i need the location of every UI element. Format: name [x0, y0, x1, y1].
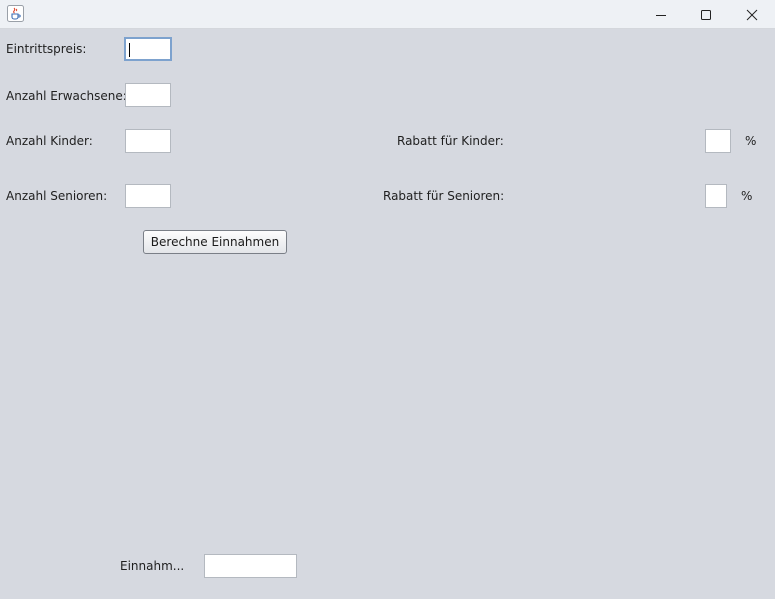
berechne-einnahmen-button[interactable]: Berechne Einnahmen [143, 230, 287, 254]
close-icon [746, 9, 758, 20]
erwachsene-field[interactable] [125, 83, 171, 107]
java-coffee-cup-icon [7, 5, 24, 22]
rabatt-kinder-unit: % [745, 134, 757, 148]
erwachsene-label: Anzahl Erwachsene: [6, 89, 127, 103]
rabatt-senioren-label: Rabatt für Senioren: [383, 189, 505, 203]
minimize-icon [656, 14, 666, 16]
maximize-button[interactable] [683, 0, 729, 29]
rabatt-senioren-unit: % [741, 189, 753, 203]
senioren-field[interactable] [125, 184, 171, 208]
title-bar[interactable] [0, 0, 775, 29]
einnahmen-label: Einnahm... [120, 559, 185, 573]
kinder-field[interactable] [125, 129, 171, 153]
eintrittspreis-field[interactable] [124, 37, 172, 61]
rabatt-kinder-field[interactable] [705, 129, 731, 153]
eintrittspreis-label: Eintrittspreis: [6, 42, 87, 56]
rabatt-kinder-label: Rabatt für Kinder: [397, 134, 504, 148]
rabatt-senioren-field[interactable] [705, 184, 727, 208]
minimize-button[interactable] [638, 0, 684, 29]
form-panel: Eintrittspreis: Anzahl Erwachsene: Anzah… [0, 29, 775, 599]
senioren-label: Anzahl Senioren: [6, 189, 108, 203]
close-button[interactable] [729, 0, 775, 29]
kinder-label: Anzahl Kinder: [6, 134, 93, 148]
text-caret [129, 43, 130, 57]
einnahmen-field[interactable] [204, 554, 297, 578]
maximize-icon [701, 9, 711, 20]
